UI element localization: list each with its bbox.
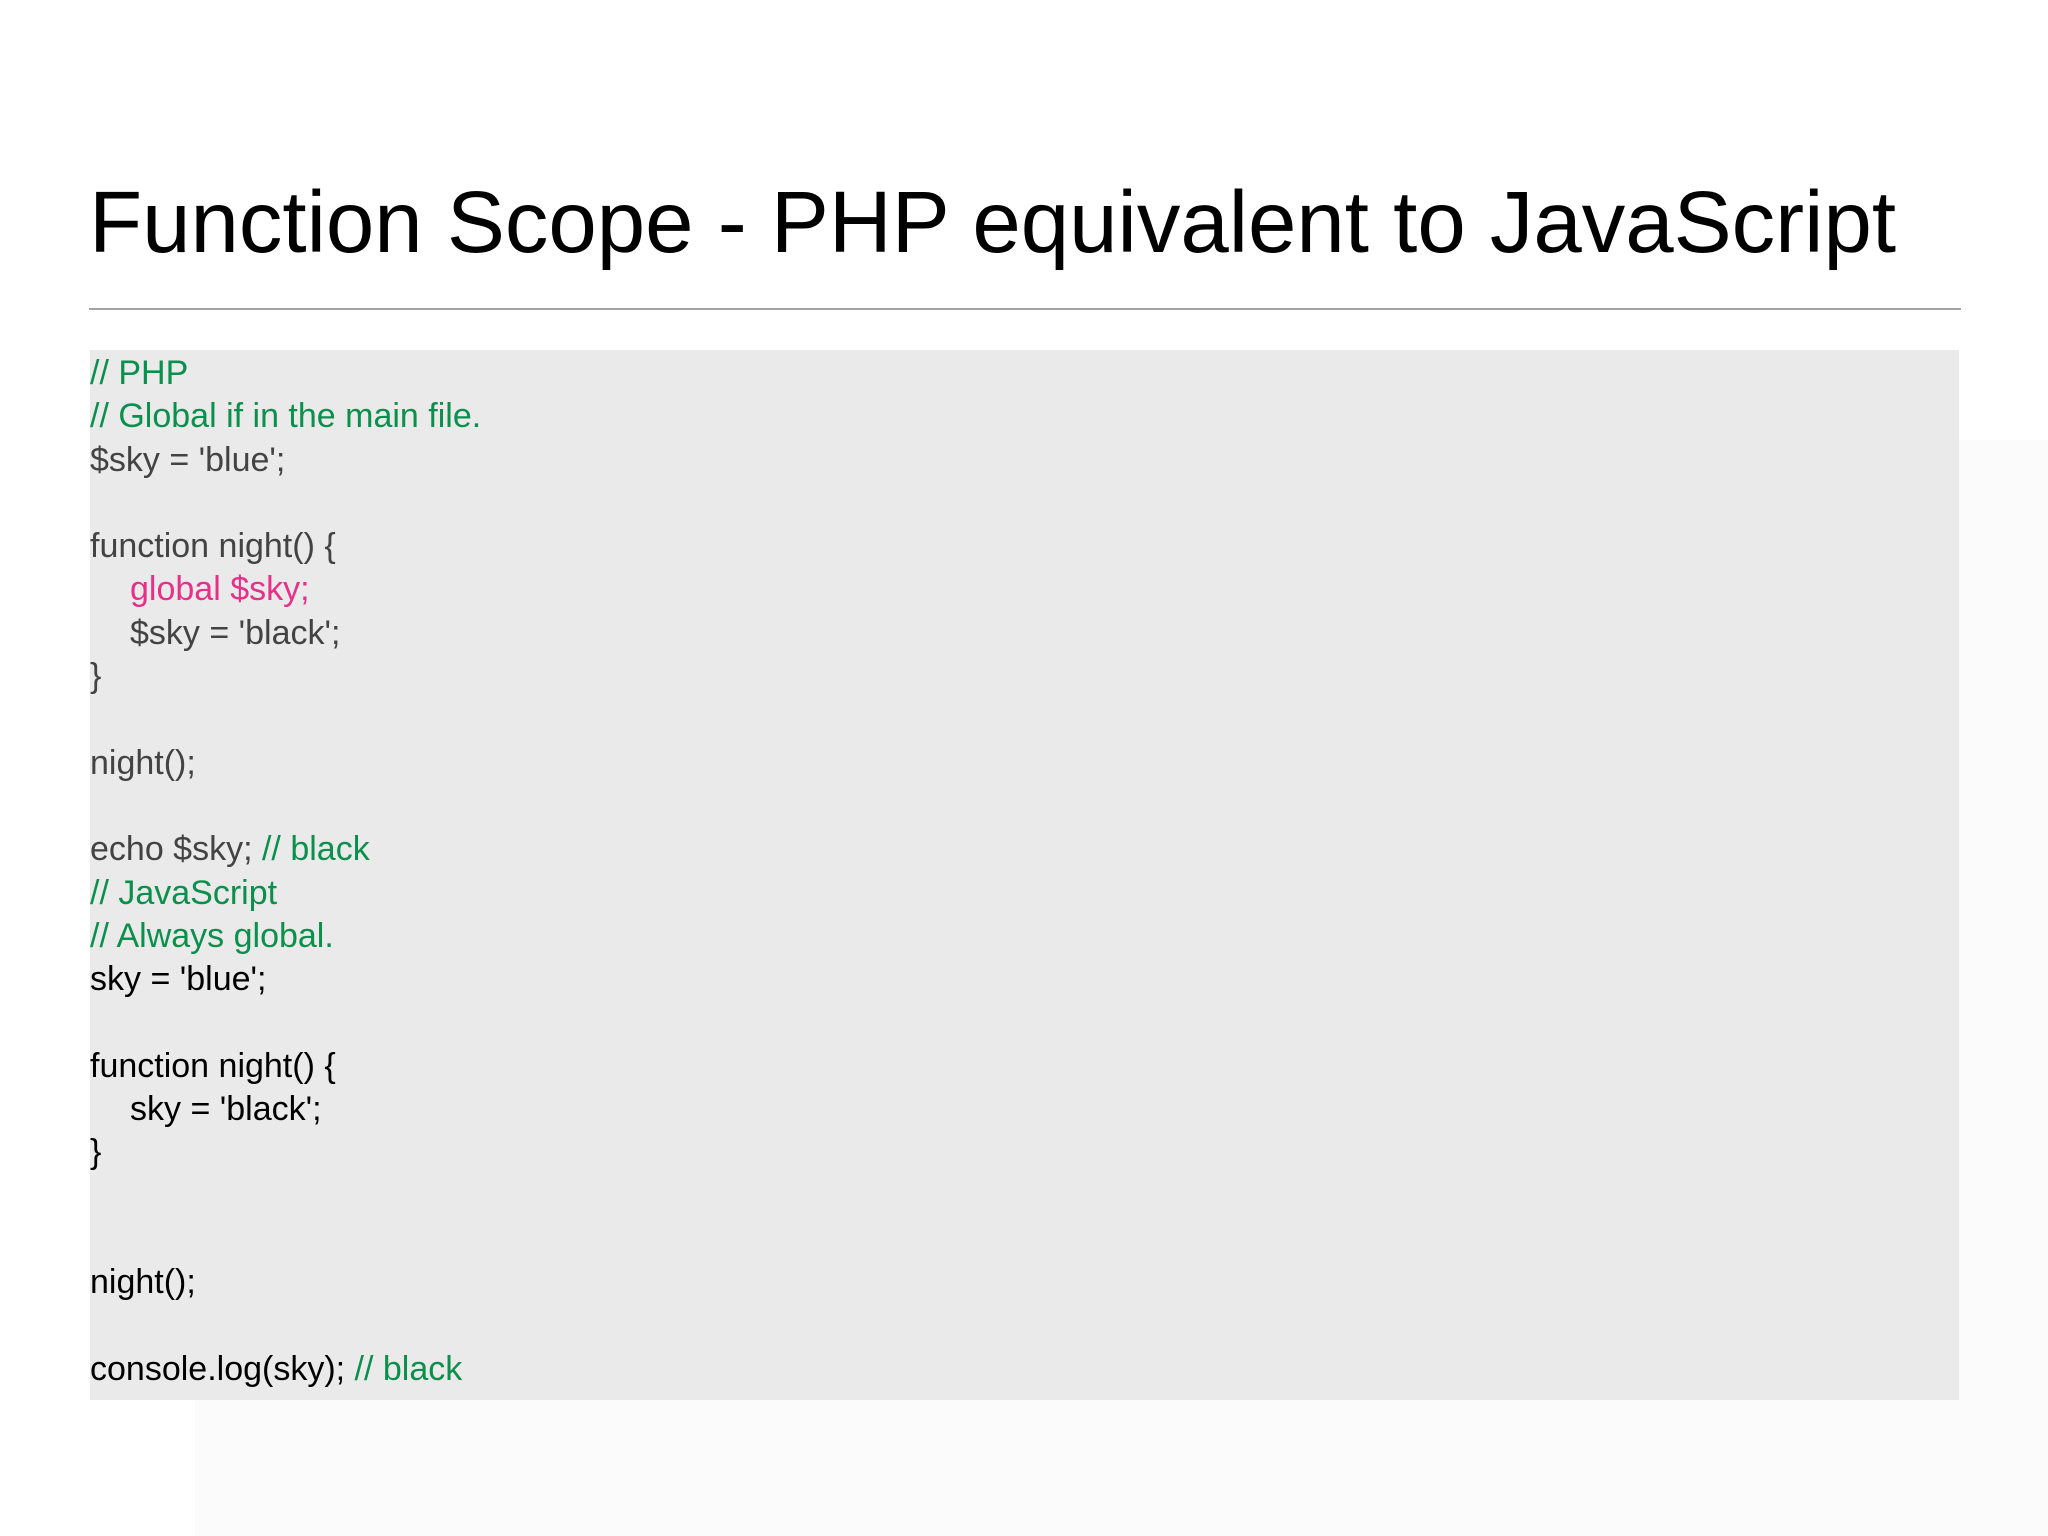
php-echo-comment: // black — [252, 830, 370, 869]
code-block: // PHP // Global if in the main file. $s… — [90, 352, 1950, 1391]
js-function-call: night(); — [90, 1263, 196, 1302]
js-comment-scope: // Always global. — [90, 916, 334, 955]
slide-title: Function Scope - PHP equivalent to JavaS… — [89, 174, 1897, 271]
php-echo-statement: echo $sky; — [90, 830, 253, 869]
php-function-call: night(); — [90, 743, 196, 782]
js-log-statement: console.log(sky); — [90, 1349, 346, 1388]
php-comment-language: // PHP — [90, 354, 189, 392]
php-global-declaration: global $sky; — [130, 570, 310, 609]
js-log-comment: // black — [345, 1349, 463, 1388]
js-assign-blue: sky = 'blue'; — [90, 960, 267, 999]
js-function-close: } — [90, 1133, 102, 1172]
js-log-line: console.log(sky); // black — [90, 1348, 1950, 1391]
php-comment-scope: // Global if in the main file. — [90, 397, 482, 436]
php-assign-blue: $sky = 'blue'; — [90, 440, 286, 479]
php-echo-line: echo $sky; // black — [90, 828, 1950, 871]
js-assign-black: sky = 'black'; — [130, 1090, 322, 1129]
title-divider — [89, 308, 1961, 310]
js-function-open: function night() { — [90, 1046, 336, 1085]
php-assign-black: $sky = 'black'; — [130, 613, 341, 652]
php-function-open: function night() { — [90, 527, 336, 566]
js-comment-language: // JavaScript — [90, 873, 278, 912]
php-function-close: } — [90, 657, 102, 696]
